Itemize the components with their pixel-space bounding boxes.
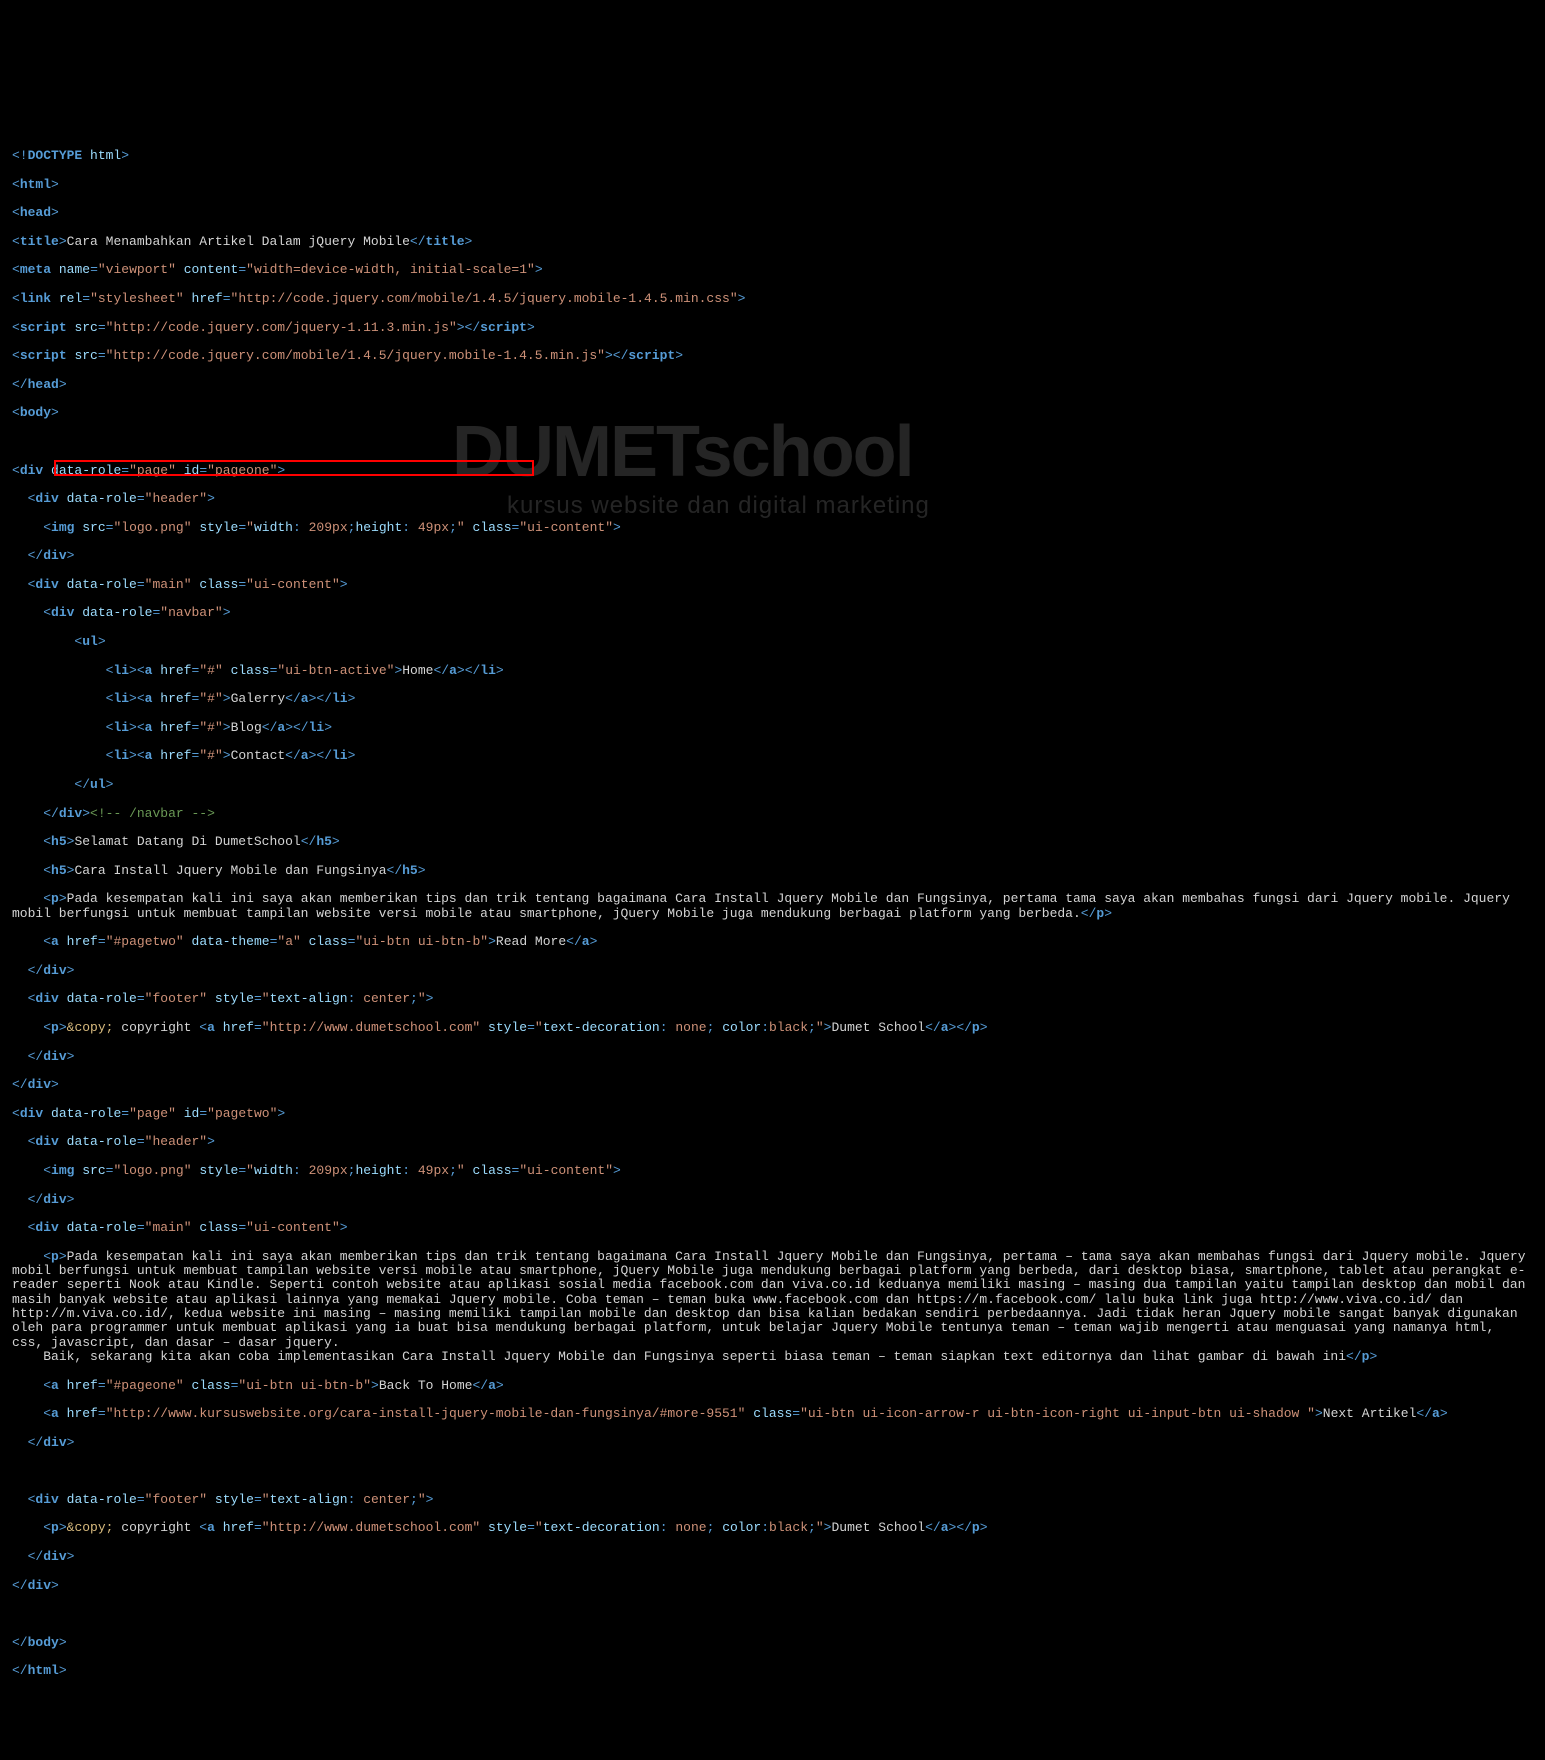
code-line[interactable]: <div data-role="main" class="ui-content"… xyxy=(12,578,1533,592)
code-line[interactable]: </div> xyxy=(12,964,1533,978)
code-line[interactable]: </div> xyxy=(12,1436,1533,1450)
code-line[interactable] xyxy=(12,1607,1533,1621)
code-line[interactable]: <a href="#pagetwo" data-theme="a" class=… xyxy=(12,935,1533,949)
code-line[interactable]: <ul> xyxy=(12,635,1533,649)
code-line[interactable]: <div data-role="page" id="pagetwo"> xyxy=(12,1107,1533,1121)
watermark-brand: DUMETschool xyxy=(452,413,913,492)
code-line[interactable]: <li><a href="#">Contact</a></li> xyxy=(12,749,1533,763)
code-line[interactable]: </div> xyxy=(12,1050,1533,1064)
code-line[interactable]: <li><a href="#">Galerry</a></li> xyxy=(12,692,1533,706)
code-line[interactable]: <h5>Selamat Datang Di DumetSchool</h5> xyxy=(12,835,1533,849)
code-line[interactable]: </div> xyxy=(12,549,1533,563)
code-line[interactable]: </html> xyxy=(12,1664,1533,1678)
code-line[interactable]: </body> xyxy=(12,1636,1533,1650)
code-line[interactable]: <li><a href="#">Blog</a></li> xyxy=(12,721,1533,735)
code-line[interactable] xyxy=(12,1464,1533,1478)
code-line[interactable]: </div> xyxy=(12,1193,1533,1207)
code-line[interactable]: </head> xyxy=(12,378,1533,392)
code-line[interactable]: <div data-role="navbar"> xyxy=(12,606,1533,620)
code-line[interactable]: <img src="logo.png" style="width: 209px;… xyxy=(12,1164,1533,1178)
code-line[interactable]: </div> xyxy=(12,1550,1533,1564)
code-line[interactable]: <title>Cara Menambahkan Artikel Dalam jQ… xyxy=(12,235,1533,249)
code-line[interactable]: <div data-role="page" id="pageone"> xyxy=(12,464,1533,478)
code-line[interactable]: <!DOCTYPE html> xyxy=(12,149,1533,163)
code-line[interactable]: </div><!-- /navbar --> xyxy=(12,807,1533,821)
code-line[interactable]: <script src="http://code.jquery.com/mobi… xyxy=(12,349,1533,363)
code-line[interactable]: <link rel="stylesheet" href="http://code… xyxy=(12,292,1533,306)
code-line[interactable]: <div data-role="footer" style="text-alig… xyxy=(12,1493,1533,1507)
code-line[interactable]: <h5>Cara Install Jquery Mobile dan Fungs… xyxy=(12,864,1533,878)
code-line[interactable]: <script src="http://code.jquery.com/jque… xyxy=(12,321,1533,335)
code-line[interactable]: <div data-role="footer" style="text-alig… xyxy=(12,992,1533,1006)
code-line[interactable]: <img src="logo.png" style="width: 209px;… xyxy=(12,521,1533,535)
code-line[interactable]: <body> xyxy=(12,406,1533,420)
code-line[interactable]: <head> xyxy=(12,206,1533,220)
code-line[interactable] xyxy=(12,435,1533,449)
code-line[interactable]: </ul> xyxy=(12,778,1533,792)
code-line[interactable]: <li><a href="#" class="ui-btn-active">Ho… xyxy=(12,664,1533,678)
code-line[interactable]: <meta name="viewport" content="width=dev… xyxy=(12,263,1533,277)
code-line[interactable]: <div data-role="header"> xyxy=(12,1135,1533,1149)
code-editor-viewport: DUMETschool kursus website dan digital m… xyxy=(12,63,1533,1693)
code-line[interactable]: <p>&copy; copyright <a href="http://www.… xyxy=(12,1021,1533,1035)
code-line[interactable]: <p>Pada kesempatan kali ini saya akan me… xyxy=(12,1250,1533,1364)
code-line[interactable]: <a href="http://www.kursuswebsite.org/ca… xyxy=(12,1407,1533,1421)
code-line[interactable]: <html> xyxy=(12,178,1533,192)
code-line[interactable]: <a href="#pageone" class="ui-btn ui-btn-… xyxy=(12,1379,1533,1393)
code-line[interactable]: <p>&copy; copyright <a href="http://www.… xyxy=(12,1521,1533,1535)
code-line[interactable]: </div> xyxy=(12,1579,1533,1593)
code-line[interactable]: </div> xyxy=(12,1078,1533,1092)
code-line[interactable]: <p>Pada kesempatan kali ini saya akan me… xyxy=(12,892,1533,921)
code-line[interactable]: <div data-role="main" class="ui-content"… xyxy=(12,1221,1533,1235)
code-line[interactable]: <div data-role="header"> xyxy=(12,492,1533,506)
